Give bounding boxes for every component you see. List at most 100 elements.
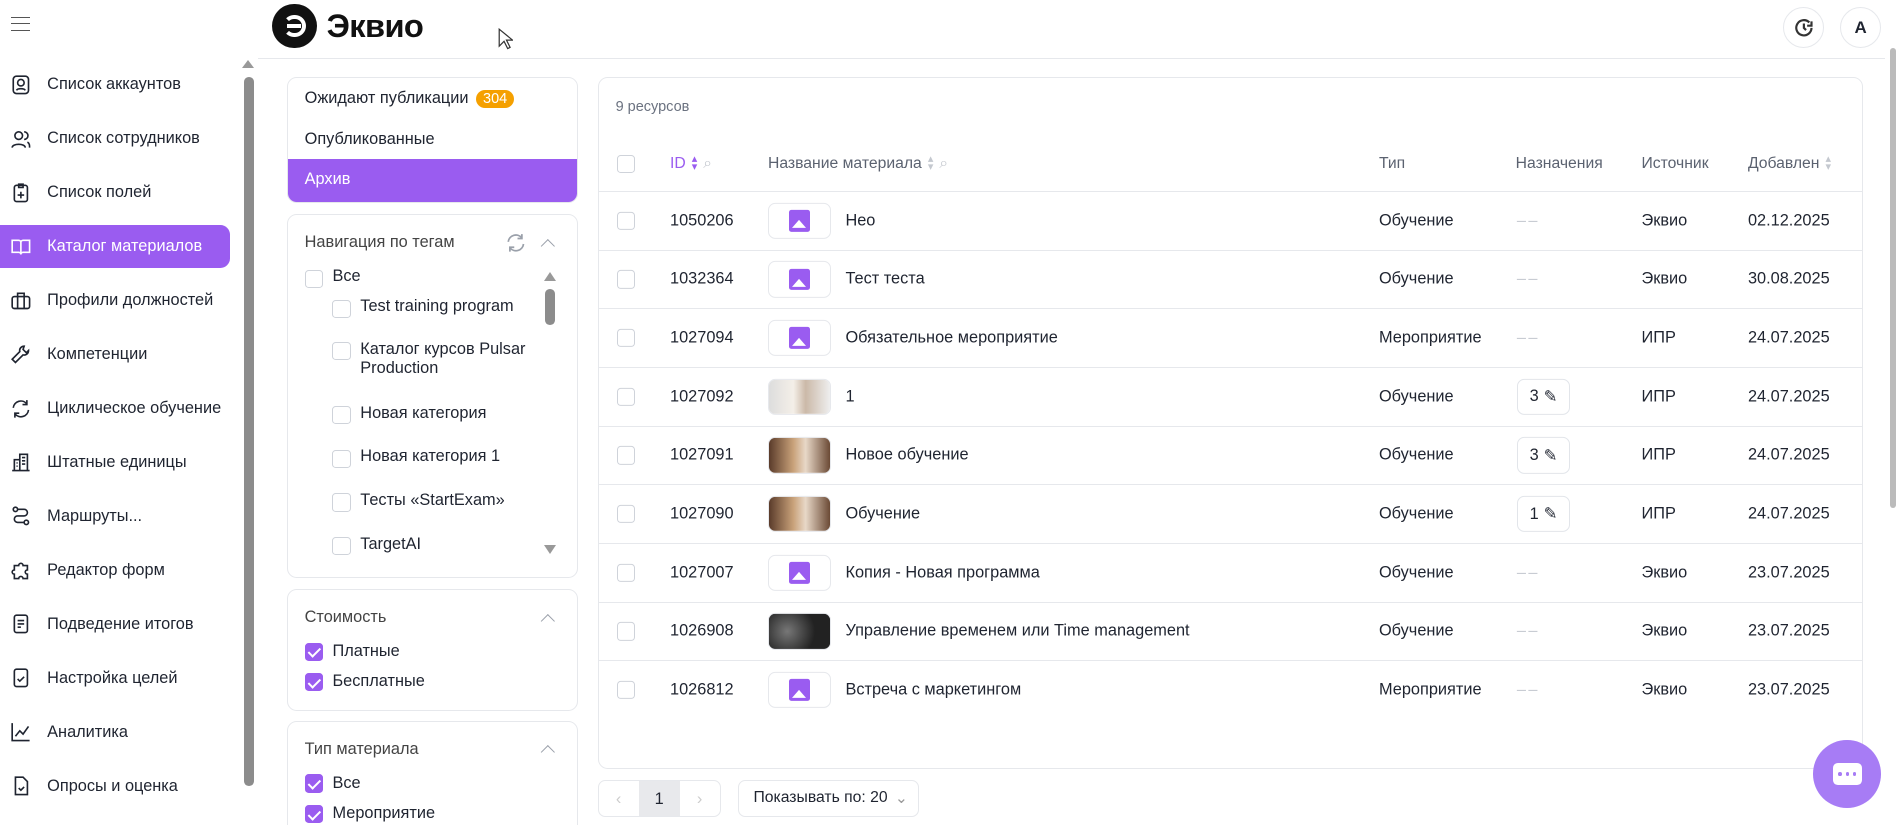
tags-scroll-down[interactable]	[544, 545, 557, 555]
checkbox[interactable]	[304, 672, 323, 691]
row-checkbox[interactable]	[616, 270, 635, 289]
checkbox[interactable]	[304, 642, 323, 661]
sidebar-item-13[interactable]: Опросы и оценка	[0, 764, 230, 808]
table-row[interactable]: 1027092 1 Обучение 3 ✎ ИПР 24.07.2025	[598, 366, 1862, 426]
tab-pending[interactable]: Ожидают публикации 304	[305, 89, 515, 108]
sidebar-scrollbar[interactable]	[244, 77, 255, 787]
menu-toggle-icon[interactable]	[10, 16, 31, 32]
tag-checkbox[interactable]: Новая категория	[332, 404, 532, 425]
column-id[interactable]: ID ▴ ▾ ⌕	[670, 154, 712, 173]
column-added[interactable]: Добавлен ▴ ▾	[1748, 154, 1831, 173]
history-button[interactable]	[1783, 7, 1825, 49]
logo-text: Эквио	[326, 7, 424, 44]
table-row[interactable]: 1032364 Тест теста Обучение –– Эквио 30.…	[598, 249, 1862, 309]
material-name[interactable]: Тест теста	[845, 270, 924, 289]
sort-icon[interactable]: ▴ ▾	[928, 154, 933, 172]
sidebar-item-4[interactable]: Профили должностей	[0, 279, 230, 323]
checkbox-label: Все	[332, 267, 361, 286]
page-scrollbar[interactable]	[1889, 48, 1896, 509]
logo[interactable]: Эквио	[272, 3, 424, 49]
checkbox[interactable]	[304, 774, 323, 793]
assignments-edit-button[interactable]: 3 ✎	[1516, 437, 1571, 474]
type-all-checkbox[interactable]: Все	[304, 774, 361, 793]
tag-checkbox[interactable]: Каталог курсов Pulsar Production	[332, 340, 532, 379]
table-row[interactable]: 1027090 Обучение Обучение 1 ✎ ИПР 24.07.2…	[598, 484, 1862, 543]
sidebar-item-label: Редактор форм	[47, 560, 165, 579]
checkbox[interactable]	[304, 269, 323, 288]
sidebar-item-12[interactable]: Аналитика	[0, 710, 230, 754]
tag-checkbox[interactable]: Тесты «StartExam»	[332, 491, 532, 512]
sidebar-item-11[interactable]: Настройка целей	[0, 656, 230, 700]
next-page-button[interactable]: ›	[680, 781, 720, 815]
tab-archive[interactable]: Архив	[287, 159, 578, 203]
material-name[interactable]: Управление временем или Time management	[845, 622, 1189, 641]
search-icon[interactable]: ⌕	[703, 155, 712, 173]
checkbox[interactable]	[304, 804, 323, 823]
table-row[interactable]: 1027091 Новое обучение Обучение 3 ✎ ИПР 2…	[598, 425, 1862, 485]
checkbox[interactable]	[332, 342, 351, 361]
checkbox[interactable]	[332, 536, 351, 556]
row-checkbox[interactable]	[616, 505, 635, 524]
page-size-select[interactable]: Показывать по: 20 ⌄	[737, 780, 920, 817]
avatar[interactable]: A	[1840, 7, 1882, 49]
cost-free-checkbox[interactable]: Бесплатные	[304, 672, 425, 691]
checkbox[interactable]	[332, 449, 351, 468]
page-1-button[interactable]: 1	[638, 781, 680, 816]
column-name[interactable]: Название материала ▴ ▾ ⌕	[768, 154, 948, 173]
tag-checkbox[interactable]: Test training program	[332, 297, 532, 318]
row-checkbox[interactable]	[616, 622, 635, 641]
row-checkbox[interactable]	[616, 446, 635, 465]
tags-scrollbar[interactable]	[545, 288, 556, 326]
assignments-edit-button[interactable]: 3 ✎	[1516, 378, 1571, 415]
prev-page-button[interactable]: ‹	[599, 781, 639, 815]
row-checkbox[interactable]	[616, 387, 635, 406]
sidebar-item-8[interactable]: Маршруты...	[0, 495, 230, 539]
row-checkbox[interactable]	[616, 329, 635, 348]
tag-checkbox[interactable]: Все	[304, 267, 505, 288]
sidebar-item-2[interactable]: Список полей	[0, 171, 230, 215]
checkbox[interactable]	[332, 406, 351, 425]
material-name[interactable]: Обучение	[845, 505, 920, 524]
material-name[interactable]: Нео	[845, 211, 875, 230]
collapse-chevron-icon[interactable]	[540, 238, 555, 253]
collapse-chevron-icon[interactable]	[540, 613, 555, 628]
sidebar-scroll-up[interactable]	[241, 60, 254, 69]
tag-checkbox[interactable]: Новая категория 1	[332, 447, 532, 468]
sidebar-item-10[interactable]: Подведение итогов	[0, 602, 230, 646]
material-name[interactable]: Новое обучение	[845, 446, 968, 465]
sidebar-item-3[interactable]: Каталог материалов	[0, 224, 230, 269]
row-checkbox[interactable]	[616, 681, 635, 700]
checkbox[interactable]	[332, 299, 351, 318]
sidebar-item-6[interactable]: Циклическое обучение	[0, 387, 230, 431]
chat-button[interactable]	[1813, 740, 1882, 809]
tag-checkbox[interactable]: TargetAI	[332, 535, 532, 556]
material-name[interactable]: Копия - Новая программа	[845, 563, 1039, 582]
tags-scroll-up[interactable]	[544, 271, 557, 281]
sidebar-item-1[interactable]: Список сотрудников	[0, 117, 230, 161]
table-row[interactable]: 1050206 Нео Обучение –– Эквио 02.12.2025	[598, 190, 1862, 250]
type-event-checkbox[interactable]: Мероприятие	[304, 804, 435, 823]
checkbox[interactable]	[332, 493, 351, 512]
sidebar-item-0[interactable]: Список аккаунтов	[0, 63, 230, 107]
sidebar-item-9[interactable]: Редактор форм	[0, 549, 230, 593]
collapse-chevron-icon[interactable]	[540, 745, 555, 760]
table-row[interactable]: 1027007 Копия - Новая программа Обучение…	[598, 542, 1862, 602]
table-row[interactable]: 1026908 Управление временем или Time man…	[598, 601, 1862, 661]
table-row[interactable]: 1027094 Обязательное мероприятие Меропри…	[598, 308, 1862, 367]
sidebar-item-5[interactable]: Компетенции	[0, 333, 230, 377]
tab-published[interactable]: Опубликованные	[305, 130, 435, 149]
select-all-checkbox[interactable]	[616, 154, 635, 178]
material-name[interactable]: 1	[845, 387, 854, 406]
assignments-edit-button[interactable]: 1 ✎	[1516, 495, 1571, 533]
refresh-icon[interactable]	[505, 232, 527, 254]
row-checkbox[interactable]	[616, 563, 635, 582]
sort-icon[interactable]: ▴ ▾	[1826, 154, 1831, 172]
sort-icon[interactable]: ▴ ▾	[692, 154, 697, 172]
sidebar-item-7[interactable]: Штатные единицы	[0, 441, 230, 485]
material-name[interactable]: Обязательное мероприятие	[845, 329, 1057, 348]
material-name[interactable]: Встреча с маркетингом	[845, 681, 1021, 700]
row-checkbox[interactable]	[616, 211, 635, 230]
table-row[interactable]: 1026812 Встреча с маркетингом Мероприяти…	[598, 660, 1862, 719]
search-icon[interactable]: ⌕	[939, 155, 948, 173]
cost-paid-checkbox[interactable]: Платные	[304, 642, 400, 661]
